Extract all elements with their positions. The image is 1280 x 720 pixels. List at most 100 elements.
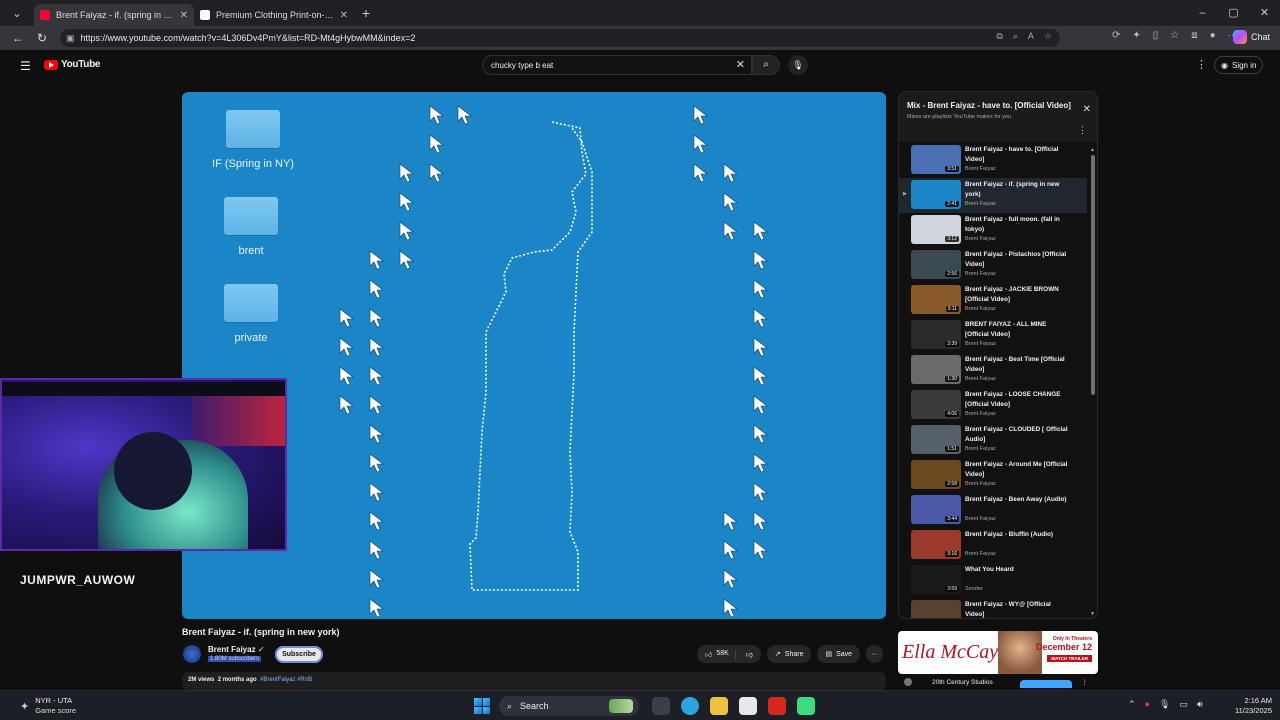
- task-view-icon[interactable]: [652, 697, 670, 715]
- tab-actions-menu[interactable]: ⌄: [0, 0, 34, 26]
- watch-trailer-label[interactable]: WATCH TRAILER: [1047, 655, 1092, 662]
- playlist-item[interactable]: 1:30 Brent Faiyaz - Best Time [Official V…: [899, 353, 1087, 388]
- cursor-arrow-icon: [723, 221, 738, 241]
- playlist-item[interactable]: 4:06 Brent Faiyaz - LOOSE CHANGE [Officia…: [899, 388, 1087, 423]
- playlist-item[interactable]: 1:51 Brent Faiyaz - CLOUDED [ Official Au…: [899, 423, 1087, 458]
- scroll-down-icon[interactable]: ▼: [1090, 611, 1095, 617]
- playlist-item[interactable]: ▶ 2:41 Brent Faiyaz - if. (spring in new y…: [899, 178, 1087, 213]
- cursor-arrow-icon: [369, 366, 384, 386]
- playlist-item[interactable]: 3:59 What You Heard Sonder: [899, 563, 1087, 598]
- minimize-icon[interactable]: –: [1187, 0, 1218, 26]
- cursor-arrow-icon: [753, 337, 768, 357]
- video-thumbnail: 5:02: [911, 600, 961, 618]
- hashtags[interactable]: #BrentFaiyaz #RnB: [260, 677, 312, 683]
- close-playlist-icon[interactable]: ✕: [1083, 104, 1091, 115]
- video-frame-art: [339, 105, 768, 618]
- playlist-menu-icon[interactable]: ⋮: [1078, 125, 1087, 136]
- playlist-item[interactable]: 3:16 Brent Faiyaz - Bluffin (Audio) Brent …: [899, 528, 1087, 563]
- cursor-arrow-icon: [693, 134, 708, 154]
- copilot-chat-button[interactable]: Chat: [1232, 30, 1270, 44]
- ad-banner[interactable]: Ella McCay Only In Theaters December 12 …: [898, 631, 1098, 674]
- desktop-folder[interactable]: brent: [201, 197, 301, 257]
- app-green-icon[interactable]: [797, 697, 815, 715]
- favorite-star-icon[interactable]: ☆: [1044, 31, 1052, 42]
- youtube-logo[interactable]: YouTube: [44, 59, 101, 70]
- subscribe-button[interactable]: Subscribe: [275, 646, 323, 663]
- taskbar-clock[interactable]: 2:16 AM 11/23/2025: [1235, 696, 1272, 716]
- scrollbar-thumb[interactable]: [1091, 155, 1095, 395]
- playlist-item[interactable]: 3:44 Brent Faiyaz - Been Away (Audio) Bren…: [899, 493, 1087, 528]
- microsoft-store-icon[interactable]: [739, 697, 757, 715]
- channel-avatar[interactable]: [183, 645, 201, 663]
- refresh-icon[interactable]: ↻: [30, 31, 54, 45]
- voice-search-button[interactable]: 🎙: [788, 55, 808, 75]
- volume-icon[interactable]: 🔊︎: [1197, 699, 1203, 710]
- profile-avatar[interactable]: ●: [1210, 30, 1216, 41]
- description-box[interactable]: 2M views 2 months ago #BrentFaiyaz #RnB: [182, 672, 886, 690]
- app-red-icon[interactable]: [768, 697, 786, 715]
- back-arrow-icon[interactable]: ←: [6, 31, 30, 45]
- tray-app-icon[interactable]: ●: [1145, 699, 1150, 710]
- playlist-scrollbar[interactable]: ▲ ▼: [1090, 147, 1095, 617]
- cursor-arrow-icon: [339, 366, 354, 386]
- widget-title: NYR - UTA: [35, 696, 73, 705]
- playlist-item-title: Brent Faiyaz - JACKIE BROWN [Official Vi…: [965, 286, 1059, 303]
- playlist-item-channel: Brent Faiyaz: [965, 201, 996, 207]
- tab-close-icon[interactable]: ✕: [340, 10, 348, 21]
- video-thumbnail: 3:39: [911, 320, 961, 349]
- network-icon[interactable]: ▭: [1179, 699, 1188, 710]
- show-hidden-icons-icon[interactable]: ⌃: [1128, 699, 1136, 710]
- playlist-item[interactable]: 3:51 Brent Faiyaz - have to. [Official Vi…: [899, 143, 1087, 178]
- browser-tab-youtube[interactable]: Brent Faiyaz - if. (spring in new york) …: [34, 4, 194, 26]
- url-field[interactable]: ▣ https://www.youtube.com/watch?v=4L306D…: [60, 29, 1060, 47]
- playlist-item-channel: Brent Faiyaz: [965, 306, 996, 312]
- like-button[interactable]: 👍︎ 58K: [697, 649, 736, 659]
- desktop-folder[interactable]: private: [201, 284, 301, 344]
- hamburger-menu-icon[interactable]: ☰: [20, 59, 31, 73]
- split-screen-icon[interactable]: ▯: [1153, 30, 1159, 41]
- settings-kebab-icon[interactable]: ⋮: [1196, 58, 1207, 71]
- video-player[interactable]: IF (Spring in NY) brent private: [182, 92, 886, 619]
- playlist-item-title: Brent Faiyaz - Best Time [Official Video…: [965, 356, 1065, 373]
- playlist-item[interactable]: 2:56 Brent Faiyaz - Pistachios [Official …: [899, 248, 1087, 283]
- sign-in-button[interactable]: ◉ Sign in: [1214, 56, 1264, 74]
- save-button[interactable]: ▤ Save: [817, 645, 861, 663]
- collections-icon[interactable]: ⧈: [1191, 30, 1197, 41]
- playlist-item[interactable]: 2:58 Brent Faiyaz - Around Me [Official V…: [899, 458, 1087, 493]
- extension-icon[interactable]: ⟳: [1112, 30, 1120, 41]
- read-aloud-icon[interactable]: A: [1028, 31, 1034, 42]
- ad-cta-button[interactable]: [1020, 680, 1072, 688]
- playlist-item[interactable]: 3:12 Brent Faiyaz - full moon. (fall in t…: [899, 213, 1087, 248]
- file-explorer-icon[interactable]: [710, 697, 728, 715]
- zoom-icon[interactable]: ⌕: [1013, 31, 1018, 42]
- mix-playlist-panel: Mix - Brent Faiyaz - have to. [Official …: [898, 91, 1098, 619]
- edge-browser-icon[interactable]: [681, 697, 699, 715]
- site-info-icon[interactable]: ▣: [66, 33, 75, 44]
- channel-name[interactable]: Brent Faiyaz ✓: [208, 645, 265, 654]
- start-button[interactable]: [474, 698, 490, 714]
- more-actions-button[interactable]: ···: [866, 645, 884, 663]
- new-tab-button[interactable]: +: [354, 5, 378, 21]
- taskbar-search[interactable]: ⌕ Search: [499, 696, 639, 716]
- search-input[interactable]: chucky type b eat ✕: [482, 55, 752, 75]
- maximize-icon[interactable]: ▢: [1218, 0, 1249, 26]
- playlist-item[interactable]: 5:02Brent Faiyaz - WY@ [Official Video]B…: [899, 598, 1087, 618]
- browser-tab-clothing[interactable]: Premium Clothing Print-on-Demand ✕: [194, 4, 354, 26]
- share-button[interactable]: ↗ Share: [766, 645, 812, 663]
- widgets-button[interactable]: ✦ NYR - UTA Game score: [20, 696, 76, 716]
- search-button[interactable]: ⌕: [752, 55, 780, 75]
- puzzle-icon[interactable]: ✦: [1132, 30, 1140, 41]
- desktop-folder[interactable]: IF (Spring in NY): [203, 110, 303, 170]
- ad-menu-icon[interactable]: ⋮: [1082, 678, 1089, 686]
- dislike-button[interactable]: 👎︎: [740, 650, 761, 659]
- scroll-up-icon[interactable]: ▲: [1090, 147, 1095, 153]
- tab-close-icon[interactable]: ✕: [180, 10, 188, 21]
- app-install-icon[interactable]: ⧉: [996, 31, 1002, 42]
- favorites-icon[interactable]: ☆: [1170, 30, 1179, 41]
- statue-outline: [469, 121, 593, 591]
- close-window-icon[interactable]: ✕: [1249, 0, 1280, 26]
- playlist-item[interactable]: 3:39 BRENT FAIYAZ - ALL MINE [Official Vi…: [899, 318, 1087, 353]
- clear-search-icon[interactable]: ✕: [736, 58, 745, 71]
- microphone-tray-icon[interactable]: 🎙: [1159, 699, 1170, 710]
- playlist-item[interactable]: 3:11 Brent Faiyaz - JACKIE BROWN [Officia…: [899, 283, 1087, 318]
